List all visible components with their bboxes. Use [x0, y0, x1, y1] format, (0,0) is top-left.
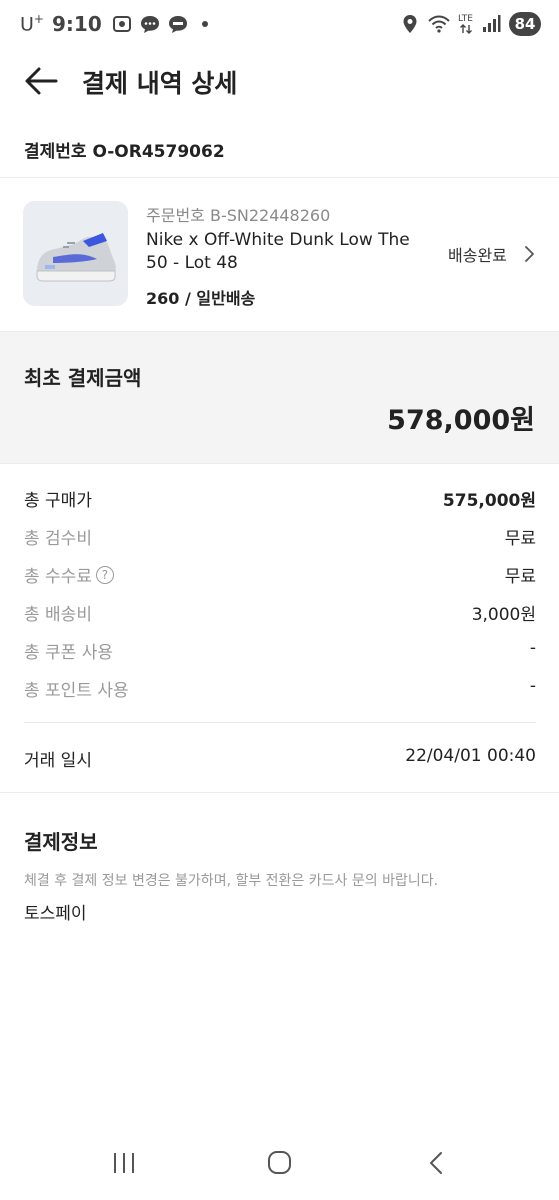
- breakdown-value: 무료: [504, 567, 536, 587]
- signal-icon: [483, 15, 501, 32]
- breakdown-value: 3,000원: [471, 605, 536, 625]
- lte-label: LTE: [458, 13, 473, 24]
- breakdown-row-purchase-price: 총 구매가 575,000원: [24, 480, 536, 518]
- breakdown-value: -: [529, 676, 536, 696]
- breakdown-row-inspection-fee: 총 검수비 무료: [24, 518, 536, 556]
- product-name: Nike x Off-White Dunk Low The 50 - Lot 4…: [146, 230, 410, 273]
- location-icon: [403, 15, 417, 33]
- payment-info-note: 체결 후 결제 정보 변경은 불가하며, 할부 전환은 카드사 문의 바랍니다.: [24, 873, 439, 889]
- wifi-icon: [428, 15, 450, 33]
- carrier-label: U+: [20, 12, 44, 35]
- product-option: 260 / 일반배송: [146, 289, 256, 308]
- breakdown-row-coupon: 총 쿠폰 사용 -: [24, 632, 536, 670]
- total-payment-amount: 578,000원: [387, 405, 535, 436]
- breakdown-label-group: 총 수수료 ?: [24, 562, 114, 587]
- product-row[interactable]: 주문번호 B-SN22448260 Nike x Off-White Dunk …: [0, 178, 559, 330]
- data-arrows-icon: [459, 23, 472, 34]
- payment-info-title: 결제정보: [24, 830, 98, 854]
- payment-method: 토스페이: [24, 904, 87, 924]
- breakdown-value: -: [529, 638, 536, 658]
- total-payment-box: 최초 결제금액 578,000원: [0, 331, 559, 464]
- status-right: LTE 84: [400, 12, 541, 36]
- nav-recent-apps-icon[interactable]: [112, 1152, 136, 1174]
- delivery-status: 배송완료: [448, 246, 507, 265]
- question-circle-icon[interactable]: ?: [95, 565, 114, 584]
- product-thumbnail: [23, 201, 128, 306]
- trade-datetime-row: 거래 일시 22/04/01 00:40: [24, 746, 536, 772]
- page-title: 결제 내역 상세: [82, 69, 238, 98]
- system-nav-bar: [0, 1130, 559, 1200]
- status-bar: U+ 9:10 LTE 84: [0, 0, 559, 48]
- breakdown-label: 총 포인트 사용: [24, 681, 129, 701]
- more-notifications-dot: [201, 21, 208, 27]
- breakdown-row-shipping-fee: 총 배송비 3,000원: [24, 594, 536, 632]
- breakdown-row-points: 총 포인트 사용 -: [24, 670, 536, 708]
- trade-datetime-label: 거래 일시: [24, 751, 92, 771]
- carrier-plus: +: [33, 12, 44, 27]
- kakaotalk-notification-icon: [168, 16, 187, 33]
- battery-level: 84: [509, 12, 541, 36]
- nav-back-icon[interactable]: [428, 1151, 444, 1175]
- carrier-text: U: [20, 13, 34, 36]
- lte-indicator: LTE: [458, 13, 473, 34]
- gallery-notification-icon: [112, 16, 131, 32]
- divider: [24, 722, 536, 723]
- screen: U+ 9:10 LTE 84 결제 내역 상세 결제번호 O-OR4579062: [0, 0, 559, 1200]
- back-arrow-icon[interactable]: [24, 65, 58, 97]
- chevron-right-icon: [525, 246, 534, 262]
- breakdown-label: 총 검수비: [24, 529, 92, 549]
- breakdown-label: 총 쿠폰 사용: [24, 643, 114, 663]
- message-notification-icon: [140, 16, 159, 33]
- breakdown-row-commission: 총 수수료 ? 무료: [24, 556, 536, 594]
- trade-datetime-value: 22/04/01 00:40: [405, 746, 536, 766]
- order-number: 주문번호 B-SN22448260: [146, 206, 331, 225]
- breakdown-value: 575,000원: [442, 491, 536, 511]
- breakdown-value: 무료: [504, 529, 536, 549]
- status-left: U+ 9:10: [20, 12, 208, 36]
- app-header: 결제 내역 상세: [0, 52, 559, 110]
- breakdown-label: 총 배송비: [24, 605, 92, 625]
- status-time: 9:10: [51, 12, 102, 36]
- nav-home-icon[interactable]: [267, 1150, 292, 1175]
- breakdown-label: 총 구매가: [24, 491, 92, 511]
- sneaker-image: [23, 201, 128, 306]
- divider: [0, 792, 559, 793]
- price-breakdown: 총 구매가 575,000원 총 검수비 무료 총 수수료 ? 무료 총 배송비…: [24, 480, 536, 708]
- total-payment-label: 최초 결제금액: [24, 366, 142, 390]
- payment-number: 결제번호 O-OR4579062: [24, 142, 225, 162]
- breakdown-label: 총 수수료: [24, 567, 92, 587]
